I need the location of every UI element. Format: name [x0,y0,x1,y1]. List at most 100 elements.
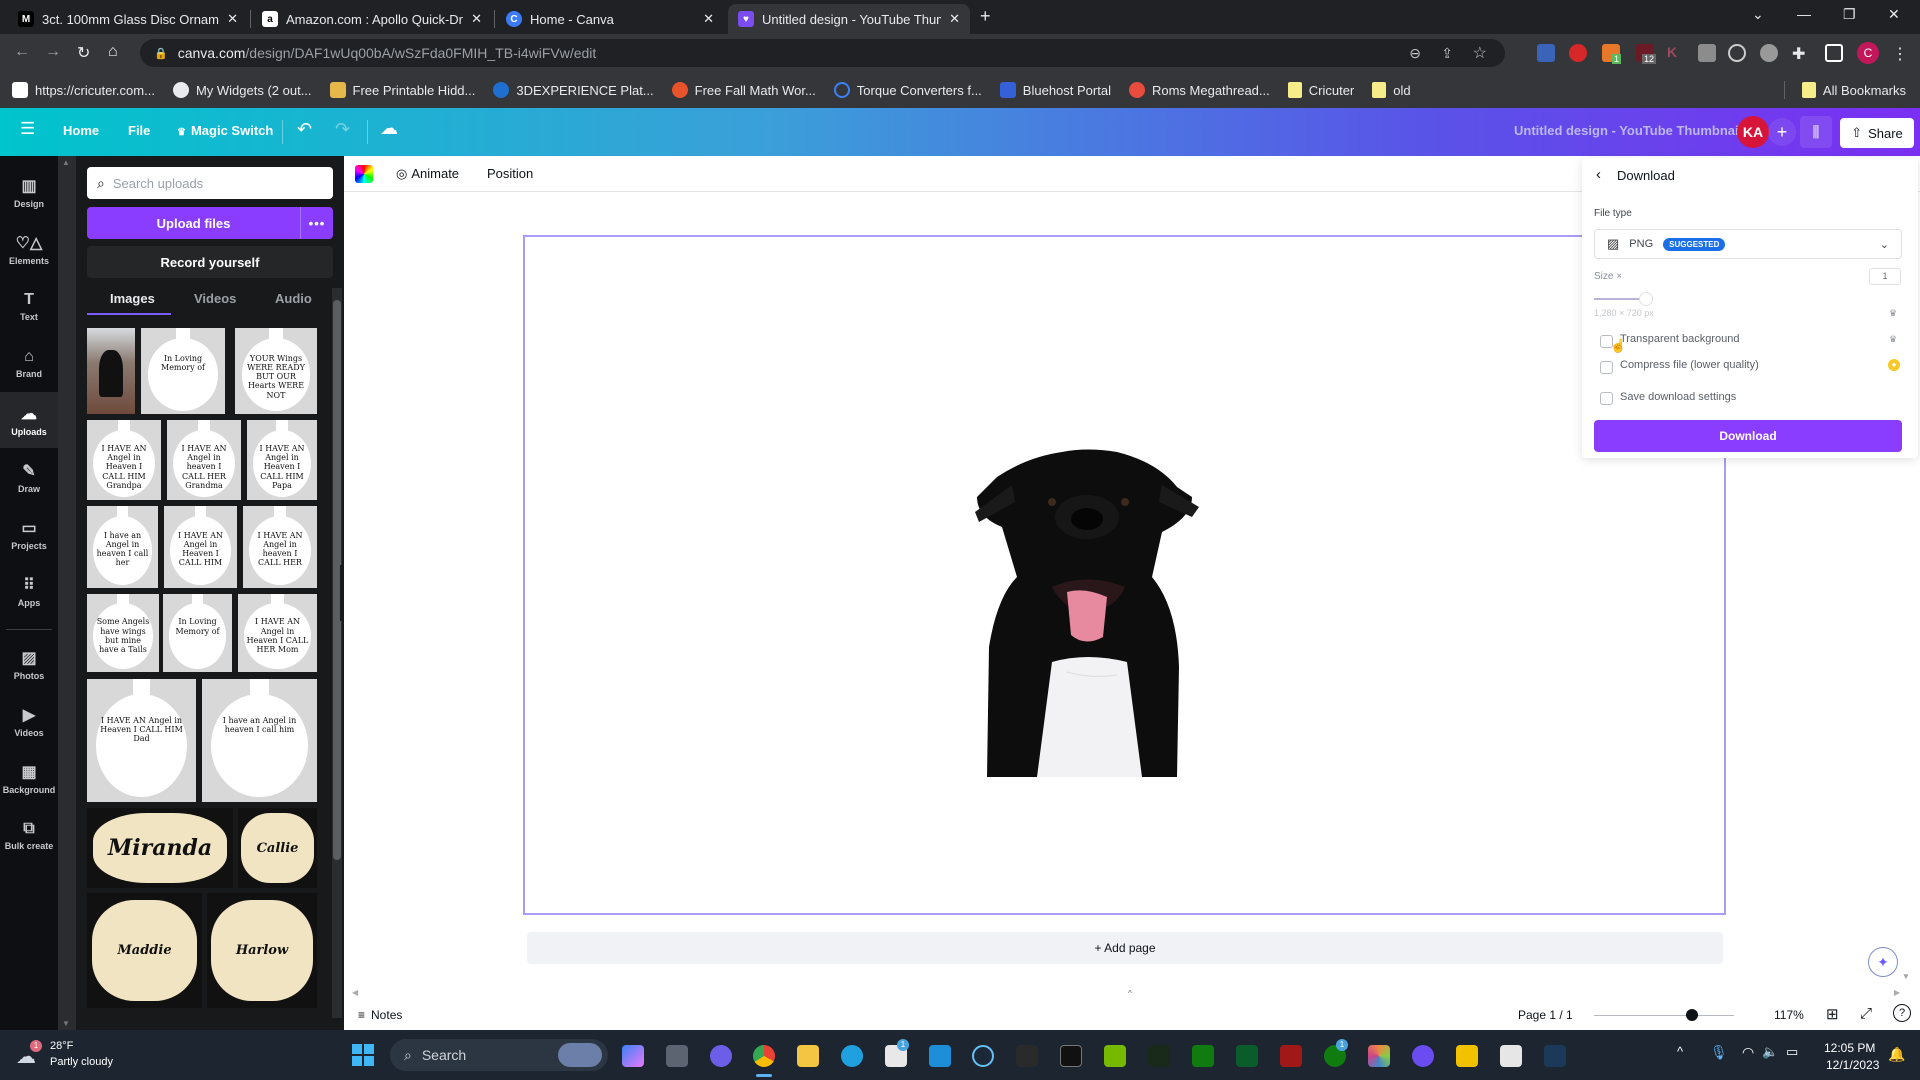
upload-thumbnail[interactable]: YOUR Wings WERE READY BUT OUR Hearts WER… [235,328,317,414]
tab-audio[interactable]: Audio [275,291,312,306]
cloud-saved-icon[interactable]: ☁ [380,118,398,139]
design-title[interactable]: Untitled design - YouTube Thumbnail [1514,123,1742,138]
rail-item-videos[interactable]: ▶ Videos [0,693,58,749]
bookmark[interactable]: 3DEXPERIENCE Plat... [493,82,654,98]
k-extension-icon[interactable]: K [1667,44,1685,62]
help-icon[interactable]: ? [1893,1004,1911,1022]
rail-item-uploads[interactable]: ☁ Uploads [0,392,58,448]
download-extension-icon[interactable] [1537,44,1555,62]
browser-tab-active[interactable]: ♥ Untitled design - YouTube Thum ✕ [728,4,970,34]
back-arrow-icon[interactable]: ← [14,43,30,61]
browser-menu-icon[interactable]: ⋮ [1892,44,1910,63]
upload-thumbnail[interactable]: Miranda [87,808,233,888]
bookmark-folder[interactable]: Cricuter [1287,82,1354,98]
upload-thumbnail[interactable]: In Loving Memory of [163,594,232,672]
chrome-icon[interactable] [753,1045,775,1067]
record-yourself-button[interactable]: Record yourself [87,246,333,278]
download-button[interactable]: Download [1594,420,1902,452]
clock-date[interactable]: 12/1/2023 [1826,1058,1879,1072]
tab-videos[interactable]: Videos [194,291,236,306]
notification-bell-icon[interactable]: 🔔 [1888,1046,1905,1063]
file-menu-button[interactable]: File [128,123,150,138]
scroll-right-icon[interactable]: ▶ [1894,988,1900,997]
windows-start-icon[interactable] [352,1044,374,1066]
taskbar-search[interactable]: ⌕ Search [390,1039,608,1071]
forward-arrow-icon[interactable]: → [45,43,61,61]
store-icon[interactable]: 1 [885,1039,909,1067]
close-tab-icon[interactable]: ✕ [227,11,238,27]
upload-files-button[interactable]: Upload files ••• [87,207,333,239]
adblock-extension-icon[interactable] [1569,44,1587,62]
copilot-icon[interactable] [622,1045,644,1067]
tab-search-icon[interactable]: ⌄ [1752,6,1764,23]
more-options-button[interactable]: ••• [301,207,333,239]
side-panel-icon[interactable] [1825,44,1843,62]
rail-scrollbar[interactable]: ▲ ▼ [58,156,76,1030]
back-chevron-icon[interactable]: ‹ [1596,166,1601,183]
restore-button[interactable]: ❐ [1843,6,1856,23]
scroll-down-icon[interactable]: ▼ [62,1019,70,1028]
close-window-button[interactable]: ✕ [1888,6,1900,23]
upload-thumbnail[interactable]: I HAVE AN Angel in Heaven I CALL HER Mom [238,594,317,672]
extensions-puzzle-icon[interactable]: ✚ [1792,44,1810,63]
bookmark[interactable]: Free Printable Hidd... [329,82,475,98]
address-bar[interactable]: 🔒 canva.com/design/DAF1wUq00bA/wSzFda0FM… [140,39,1505,67]
magic-switch-button[interactable]: ♛ Magic Switch [177,123,273,138]
upload-thumbnail[interactable]: Maddie [87,893,202,1008]
size-slider-handle[interactable] [1639,292,1653,306]
upload-thumbnail[interactable]: I HAVE AN Angel in Heaven I CALL HIM [164,506,237,588]
grid-view-icon[interactable]: ⊞ [1826,1005,1839,1023]
horizontal-scrollbar[interactable]: ◀ ▶ ^ [344,988,1904,1000]
menu-icon[interactable]: ☰ [20,119,35,139]
show-hidden-icons-chevron[interactable]: ^ [1677,1044,1683,1059]
uploads-scrollbar[interactable] [332,288,342,1018]
add-page-button[interactable]: + Add page [527,932,1723,964]
upload-thumbnail[interactable]: Harlow [207,893,317,1008]
volume-icon[interactable]: 🔈 [1762,1044,1778,1060]
xbox-icon[interactable]: 1 [1324,1039,1348,1067]
task-view-icon[interactable] [666,1045,688,1067]
reload-icon[interactable]: ↻ [77,43,90,63]
minimize-button[interactable]: — [1797,6,1811,22]
zoom-slider-handle[interactable] [1686,1009,1698,1021]
upload-thumbnail[interactable]: I HAVE AN Angel in heaven I CALL HER Gra… [167,420,241,500]
bookmark[interactable]: Roms Megathread... [1128,82,1270,98]
rail-item-projects[interactable]: ▭ Projects [0,506,58,562]
rail-item-brand[interactable]: ⌂ Brand [0,335,58,391]
tab-images[interactable]: Images [110,291,155,306]
steam-icon[interactable] [972,1045,994,1067]
close-tab-icon[interactable]: ✕ [949,11,960,27]
magic-assistant-button[interactable]: ✦ [1868,947,1898,977]
zoom-slider[interactable] [1594,1009,1734,1021]
share-button[interactable]: ⇧ Share [1840,118,1914,148]
bookmark-star-icon[interactable]: ☆ [1473,43,1487,63]
xbox-game-pass-icon[interactable] [1192,1045,1214,1067]
rail-item-background[interactable]: ▦ Background [0,750,58,806]
sticky-notes-icon[interactable] [1456,1045,1478,1067]
insights-chart-icon[interactable]: ⫼ [1800,116,1832,148]
dog-image[interactable] [967,447,1207,777]
add-collaborator-button[interactable]: + [1768,118,1796,146]
epic-games-icon[interactable] [1016,1045,1038,1067]
color-picker-icon[interactable] [355,165,373,183]
profile-avatar[interactable]: C [1857,42,1879,64]
mail-icon[interactable] [929,1045,951,1067]
upload-thumbnail[interactable]: I have an Angel in heaven I call him [202,679,317,802]
edge-icon[interactable] [841,1045,863,1067]
upload-thumbnail[interactable]: I HAVE AN Angel in Heaven I CALL HIM Pap… [247,420,317,500]
search-uploads-input[interactable]: ⌕ Search uploads [87,167,333,199]
rail-item-photos[interactable]: ▨ Photos [0,636,58,692]
rail-item-draw[interactable]: ✎ Draw [0,449,58,505]
design-page[interactable] [523,235,1726,915]
nvidia-icon[interactable] [1104,1045,1126,1067]
compress-file-checkbox[interactable] [1600,361,1613,374]
scroll-up-icon[interactable]: ▲ [62,158,70,167]
animate-button[interactable]: ◎ Animate [396,166,459,182]
fullscreen-icon[interactable]: ⤢ [1860,1005,1872,1022]
bookmark[interactable]: Free Fall Math Wor... [671,82,816,98]
xbox-game-bar-icon[interactable] [1148,1045,1170,1067]
wifi-icon[interactable]: ◠ [1742,1044,1754,1061]
share-page-icon[interactable]: ⇪ [1441,45,1453,62]
save-download-settings-checkbox[interactable] [1600,392,1613,405]
rail-item-elements[interactable]: ♡△ Elements [0,221,58,277]
